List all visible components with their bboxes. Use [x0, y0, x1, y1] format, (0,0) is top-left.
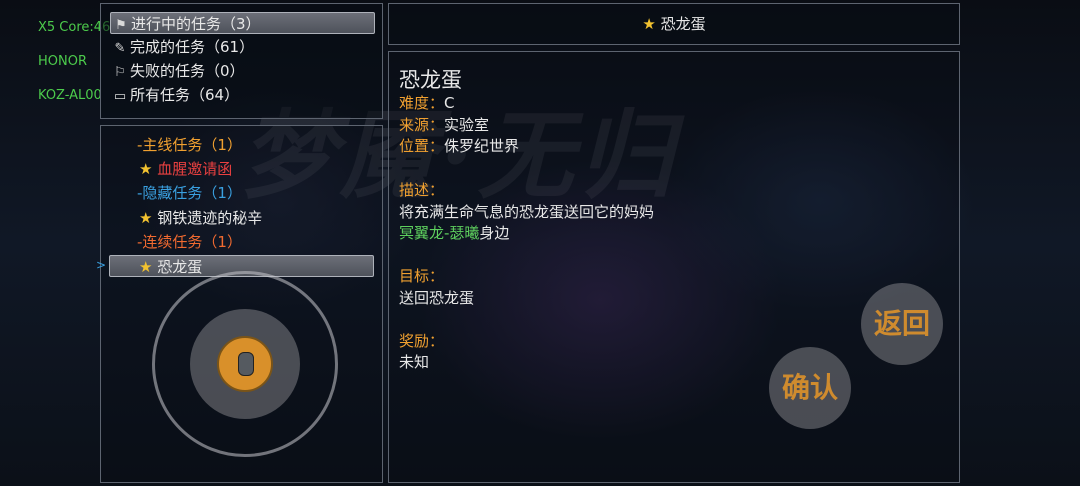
- quest-category-panel: ⚑ 进行中的任务（3） ✎ 完成的任务（61） ⚐ 失败的任务（0） ▭ 所有任务（64…: [100, 3, 383, 119]
- character-sprite-icon: [238, 352, 254, 376]
- source-value: 实验室: [444, 116, 490, 134]
- scroll-icon: ✎: [114, 41, 126, 56]
- group-main-quests[interactable]: -主线任务（1）: [137, 134, 242, 156]
- npc-name: 冥翼龙-瑟曦: [399, 224, 480, 242]
- description-suffix: 身边: [479, 224, 510, 242]
- difficulty-row: 难度：C: [399, 92, 455, 113]
- star-icon: ★: [139, 258, 153, 276]
- quest-name: 恐龙蛋: [399, 68, 462, 92]
- broken-flag-icon: ⚐: [114, 65, 126, 80]
- category-label: 失败的任务（0）: [130, 62, 245, 80]
- description-line-2: 冥翼龙-瑟曦身边: [399, 222, 509, 243]
- quest-label: 恐龙蛋: [157, 258, 203, 276]
- difficulty-value: C: [444, 94, 455, 112]
- description-label: 描述：: [399, 181, 445, 199]
- debug-device-brand: HONOR: [38, 54, 87, 69]
- star-icon: ★: [642, 15, 656, 33]
- location-value: 侏罗纪世界: [444, 137, 520, 155]
- group-chain-quests[interactable]: -连续任务（1）: [137, 231, 242, 253]
- goal-value: 送回恐龙蛋: [399, 289, 475, 307]
- star-icon: ★: [139, 209, 153, 227]
- reward-value: 未知: [399, 353, 430, 371]
- source-label: 来源：: [399, 116, 445, 134]
- quest-label: 血腥邀请函: [157, 160, 233, 178]
- difficulty-label: 难度：: [399, 94, 445, 112]
- back-button[interactable]: 返回: [861, 283, 943, 365]
- debug-device-model: KOZ-AL00: [38, 88, 102, 103]
- category-label: 进行中的任务（3）: [131, 15, 261, 33]
- source-row: 来源：实验室: [399, 114, 489, 135]
- quest-item-iron-ruins[interactable]: ★ 钢铁遗迹的秘辛: [139, 207, 262, 229]
- location-label: 位置：: [399, 137, 445, 155]
- joystick-knob[interactable]: [217, 336, 273, 392]
- location-row: 位置：侏罗纪世界: [399, 135, 519, 156]
- category-all[interactable]: ▭ 所有任务（64）: [110, 84, 239, 106]
- quest-title: 恐龙蛋: [660, 15, 706, 33]
- flag-icon: ⚑: [115, 18, 127, 33]
- quest-item-blood-invitation[interactable]: ★ 血腥邀请函: [139, 158, 232, 180]
- category-completed[interactable]: ✎ 完成的任务（61）: [110, 36, 255, 58]
- category-failed[interactable]: ⚐ 失败的任务（0）: [110, 60, 245, 82]
- selection-cursor-icon: >: [96, 258, 107, 272]
- confirm-button[interactable]: 确认: [769, 347, 851, 429]
- reward-label: 奖励：: [399, 332, 445, 350]
- category-label: 所有任务（64）: [130, 86, 240, 104]
- book-icon: ▭: [113, 89, 127, 104]
- description-line-1: 将充满生命气息的恐龙蛋送回它的妈妈: [399, 203, 655, 221]
- quest-title-bar: ★ 恐龙蛋: [388, 3, 960, 45]
- goal-label: 目标：: [399, 267, 445, 285]
- quest-title-wrap: ★ 恐龙蛋: [389, 13, 959, 34]
- star-icon: ★: [139, 160, 153, 178]
- category-label: 完成的任务（61）: [130, 38, 255, 56]
- category-in-progress[interactable]: ⚑ 进行中的任务（3）: [110, 12, 375, 34]
- group-hidden-quests[interactable]: -隐藏任务（1）: [137, 182, 242, 204]
- quest-label: 钢铁遗迹的秘辛: [157, 209, 263, 227]
